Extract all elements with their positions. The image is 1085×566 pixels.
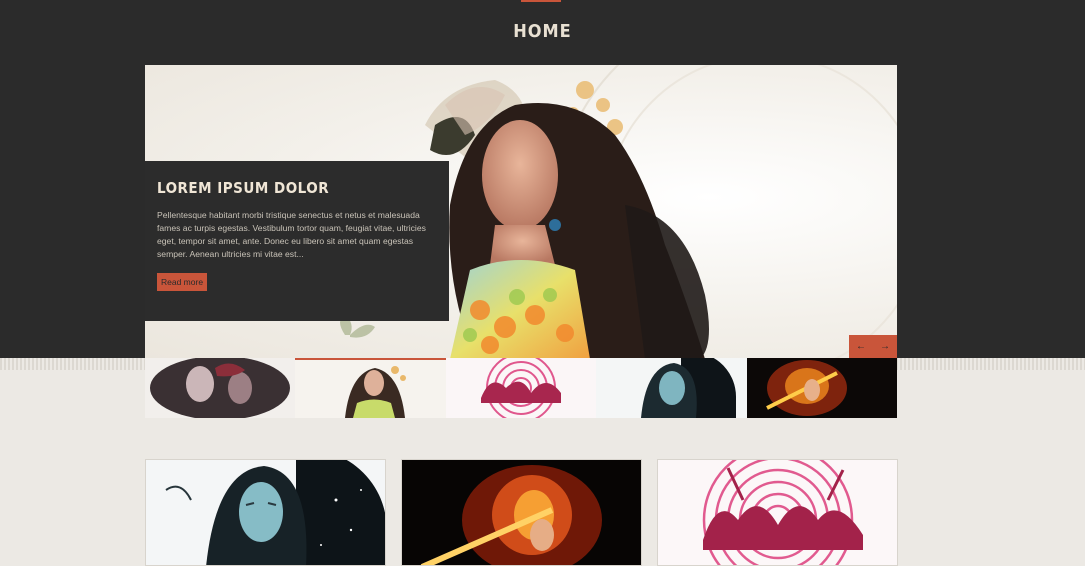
card-fire-woman-image	[402, 460, 641, 565]
portfolio-cards	[145, 459, 898, 566]
read-more-button[interactable]: Read more	[157, 273, 208, 291]
thumb-woman-flowers-image	[295, 358, 446, 418]
next-arrow-icon[interactable]: →	[873, 335, 897, 358]
thumb-love-pink-image	[445, 358, 597, 418]
portfolio-card-3[interactable]	[657, 459, 898, 566]
thumbnail-2[interactable]	[295, 358, 446, 418]
slide-caption: LOREM IPSUM DOLOR Pellentesque habitant …	[145, 161, 449, 321]
thumbnail-5[interactable]	[746, 358, 897, 418]
thumbnail-1[interactable]	[145, 358, 296, 418]
thumbnail-3[interactable]	[445, 358, 597, 418]
portfolio-card-1[interactable]	[145, 459, 386, 566]
thumb-dark-faces-image	[145, 358, 296, 418]
thumbnail-4[interactable]	[596, 358, 747, 418]
slider-controls: ← →	[849, 335, 897, 358]
hero-slider: LOREM IPSUM DOLOR Pellentesque habitant …	[145, 65, 897, 359]
slide-description: Pellentesque habitant morbi tristique se…	[157, 210, 426, 259]
slider-thumbnails	[145, 358, 897, 418]
card-blue-woman-image	[146, 460, 385, 565]
portfolio-card-2[interactable]	[401, 459, 642, 566]
nav-home-link[interactable]: HOME	[0, 21, 1085, 42]
thumb-fire-woman-image	[746, 358, 897, 418]
thumb-blue-woman-image	[596, 358, 747, 418]
card-love-pink-image	[658, 460, 897, 565]
active-nav-indicator	[521, 0, 561, 2]
slide-title: LOREM IPSUM DOLOR	[157, 179, 330, 197]
prev-arrow-icon[interactable]: ←	[849, 335, 873, 358]
